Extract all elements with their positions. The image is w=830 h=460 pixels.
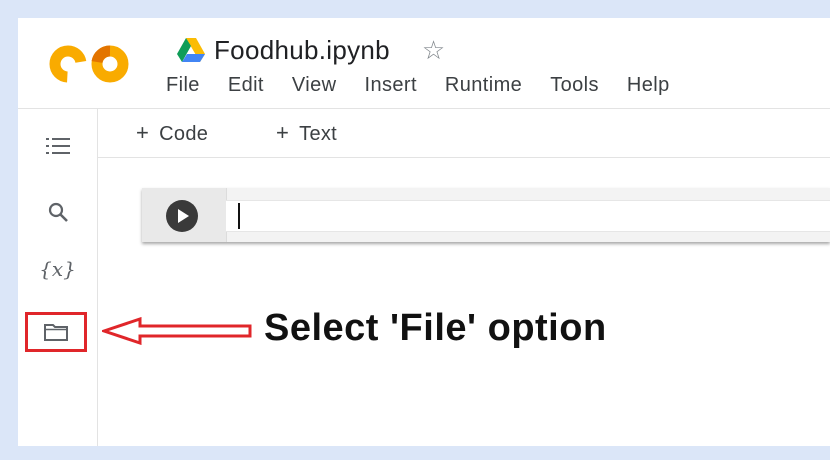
table-of-contents-icon[interactable] <box>18 137 97 155</box>
play-circle-icon <box>178 209 189 223</box>
menu-insert[interactable]: Insert <box>365 74 417 97</box>
red-arrow-annotation <box>102 317 252 345</box>
notebook-toolbar: + Code + Text <box>98 109 830 158</box>
variables-glyph: {x} <box>39 257 76 281</box>
star-outline-icon[interactable]: ☆ <box>422 37 445 63</box>
plus-icon: + <box>136 120 150 145</box>
cell-gutter <box>142 188 227 242</box>
search-icon[interactable] <box>18 201 97 223</box>
menu-file[interactable]: File <box>166 74 200 97</box>
colab-window: CO Foodhub.ipynb ☆ File Edit View Insert… <box>18 18 830 446</box>
text-cursor <box>238 203 240 229</box>
run-cell-button[interactable] <box>166 200 198 232</box>
files-folder-icon[interactable] <box>43 322 69 342</box>
variables-icon[interactable]: {x} <box>18 257 97 281</box>
plus-icon: + <box>276 120 290 145</box>
add-text-label: Text <box>299 123 338 145</box>
menu-tools[interactable]: Tools <box>550 74 599 97</box>
menu-runtime[interactable]: Runtime <box>445 74 522 97</box>
files-button-highlight[interactable] <box>25 312 87 352</box>
menu-edit[interactable]: Edit <box>228 74 264 97</box>
add-code-label: Code <box>159 123 209 145</box>
add-code-button[interactable]: + Code <box>136 120 208 146</box>
left-sidebar: {x} <box>18 109 98 446</box>
colab-logo[interactable]: CO <box>46 44 134 84</box>
notebook-title-row: Foodhub.ipynb ☆ <box>176 34 445 66</box>
notebook-file-name[interactable]: Foodhub.ipynb <box>214 35 390 66</box>
menu-help[interactable]: Help <box>627 74 670 97</box>
menu-view[interactable]: View <box>292 74 337 97</box>
google-drive-icon <box>177 38 205 62</box>
annotation-text: Select 'File' option <box>264 307 607 349</box>
code-cell-editor[interactable] <box>226 200 830 232</box>
code-cell <box>142 188 830 242</box>
menu-bar: File Edit View Insert Runtime Tools Help <box>166 74 684 97</box>
add-text-button[interactable]: + Text <box>276 120 337 146</box>
